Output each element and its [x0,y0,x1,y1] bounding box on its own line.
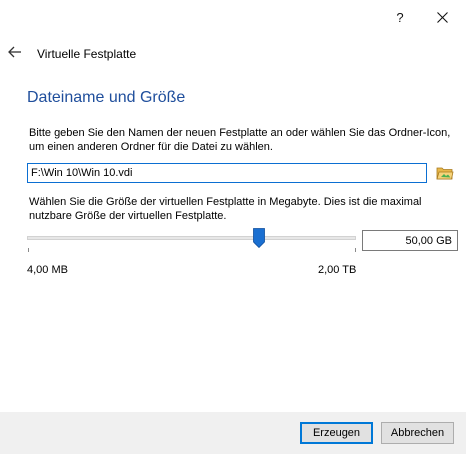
choose-folder-button[interactable] [434,162,456,184]
close-icon [436,11,448,23]
size-min-label: 4,00 MB [27,264,68,276]
slider-tick-min [28,248,29,252]
size-slider-thumb[interactable] [253,228,265,248]
dialog-footer: Erzeugen Abbrechen [0,412,466,454]
create-button[interactable]: Erzeugen [300,422,373,444]
size-description: Wählen Sie die Größe der virtuellen Fest… [29,196,422,222]
size-slider[interactable] [27,226,356,250]
section-title: Dateiname und Größe [27,89,186,106]
wizard-title: Virtuelle Festplatte [37,47,137,61]
cancel-button[interactable]: Abbrechen [381,422,454,444]
file-path-input[interactable] [27,163,427,183]
slider-tick-max [355,248,356,252]
size-slider-track [27,236,356,240]
file-description: Bitte geben Sie den Namen der neuen Fest… [29,127,451,153]
back-button[interactable] [6,44,24,60]
close-button[interactable] [430,6,454,28]
size-input[interactable] [362,230,458,251]
help-icon: ? [396,9,404,25]
help-button[interactable]: ? [388,6,412,28]
back-arrow-icon [8,46,21,58]
size-max-label: 2,00 TB [318,264,357,276]
folder-icon [436,167,454,180]
